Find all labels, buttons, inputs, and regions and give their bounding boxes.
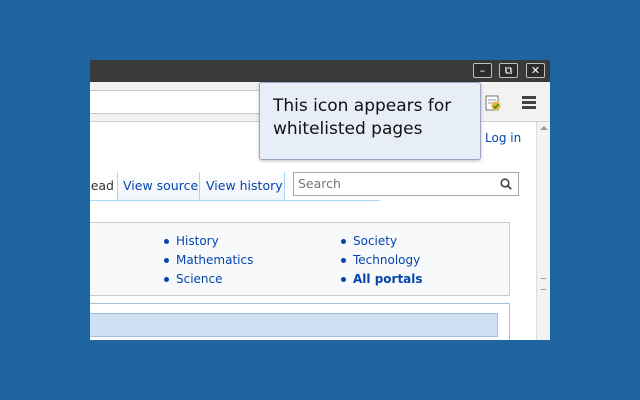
- tabs-underline: [90, 200, 380, 201]
- tooltip-callout: This icon appears for whitelisted pages: [259, 82, 481, 160]
- portal-link-technology[interactable]: Technology: [341, 251, 423, 270]
- minimize-button[interactable]: –: [473, 63, 492, 78]
- portal-link-history[interactable]: History: [164, 232, 253, 251]
- vertical-scrollbar[interactable]: [536, 122, 550, 340]
- whitelist-extension-icon[interactable]: [485, 95, 501, 111]
- tab-view-source[interactable]: View source: [118, 172, 200, 200]
- tab-view-history[interactable]: View history: [200, 172, 285, 200]
- title-bar: – ⧉ ✕: [90, 60, 550, 82]
- tab-read[interactable]: ead: [90, 172, 118, 200]
- portal-link-society[interactable]: Society: [341, 232, 423, 251]
- portals-box: History Mathematics Science Society Tech…: [90, 222, 510, 296]
- close-button[interactable]: ✕: [526, 63, 545, 78]
- scroll-up-arrow-icon[interactable]: [540, 126, 548, 130]
- portal-list-1: History Mathematics Science: [164, 232, 253, 289]
- portal-list-2: Society Technology All portals: [341, 232, 423, 289]
- hamburger-menu-icon[interactable]: [522, 96, 536, 110]
- featured-box-header: [90, 313, 498, 337]
- featured-box: [90, 303, 510, 340]
- search-box[interactable]: Search: [293, 172, 519, 196]
- login-link[interactable]: Log in: [485, 131, 521, 145]
- portal-link-all-portals[interactable]: All portals: [341, 270, 423, 289]
- search-input[interactable]: Search: [298, 176, 341, 191]
- portal-link-science[interactable]: Science: [164, 270, 253, 289]
- scroll-grip[interactable]: [541, 278, 546, 290]
- search-icon[interactable]: [500, 178, 512, 190]
- callout-text: This icon appears for whitelisted pages: [273, 96, 452, 139]
- portal-link-mathematics[interactable]: Mathematics: [164, 251, 253, 270]
- restore-button[interactable]: ⧉: [499, 63, 518, 78]
